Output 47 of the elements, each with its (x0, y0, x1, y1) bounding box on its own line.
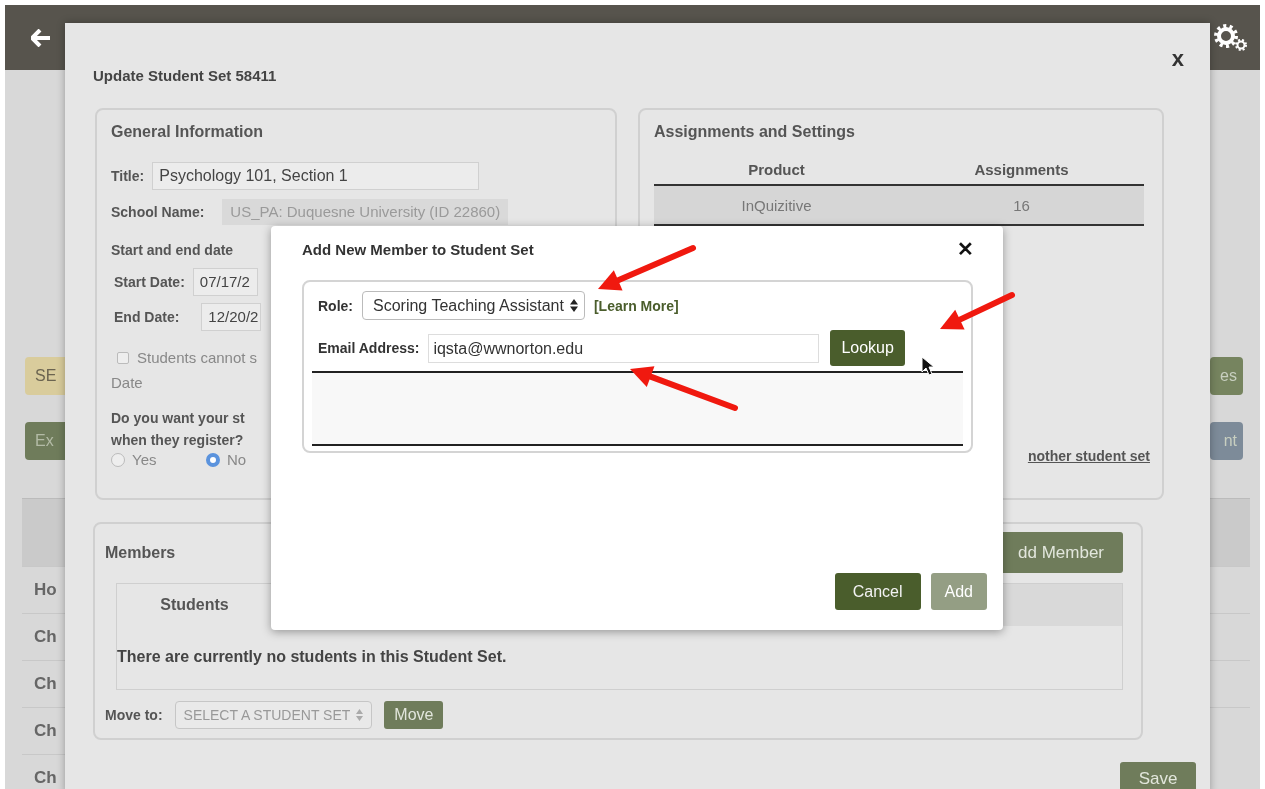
school-name-field: US_PA: Duquesne University (ID 22860) (222, 199, 509, 225)
checkbox-label: Date (111, 374, 144, 391)
radio-button[interactable] (206, 452, 220, 467)
table-cell: 16 (899, 185, 1144, 225)
field-label: Start and end date (111, 241, 234, 260)
table-header (1210, 498, 1250, 566)
title-field[interactable]: Psychology 101, Section 1 (152, 162, 480, 190)
learn-more-link[interactable]: [Learn More] (593, 297, 679, 314)
checkbox[interactable] (117, 351, 129, 364)
field-label: End Date: (114, 309, 180, 325)
close-button[interactable]: ✕ (957, 237, 974, 261)
question-text: Do you want your st when they register? (111, 409, 246, 450)
section-heading: General Information (111, 122, 265, 142)
settings-icon[interactable] (1214, 23, 1248, 52)
field-label: Email Address: (318, 340, 420, 356)
end-date-field[interactable]: 12/20/2 (201, 303, 262, 331)
add-member-button[interactable]: dd Member (1000, 532, 1123, 573)
back-arrow-icon[interactable] (31, 28, 51, 47)
copy-link[interactable]: nother student set (1027, 448, 1150, 464)
empty-message: There are currently no students in this Student Set. (117, 647, 508, 666)
field-label: Role: (318, 297, 353, 314)
tab[interactable]: Students (117, 584, 273, 626)
sort-arrows-icon (356, 709, 364, 721)
sort-arrows-icon (569, 299, 578, 312)
field-label: Title: (111, 168, 145, 184)
section-heading: Assignments and Settings (654, 122, 856, 142)
field-label: Move to: (105, 707, 163, 723)
table-header (22, 498, 67, 566)
start-date-field[interactable]: 07/17/2 (192, 268, 258, 296)
checkbox-label: Students cannot s (137, 349, 258, 366)
cursor-icon (921, 356, 935, 376)
role-select[interactable]: Scoring Teaching Assistant (362, 291, 585, 320)
cancel-button[interactable]: Cancel (834, 573, 921, 610)
email-field[interactable]: iqsta@wwnorton.edu (428, 333, 820, 363)
table-cell: InQuizitive (654, 185, 899, 225)
move-button[interactable]: Move (384, 701, 444, 729)
lookup-button[interactable]: Lookup (830, 330, 905, 366)
save-button[interactable]: Save (1120, 762, 1196, 789)
dialog-title: Add New Member to Student Set (302, 240, 534, 258)
radio-button[interactable] (111, 452, 125, 467)
field-label: School Name: (111, 204, 205, 220)
section-heading: Members (105, 542, 176, 563)
close-button[interactable]: x (1171, 47, 1184, 71)
radio-label: No (227, 451, 247, 468)
radio-label: Yes (132, 451, 157, 468)
dialog-title: Update Student Set 58411 (93, 67, 277, 84)
field-label: Start Date: (114, 274, 185, 290)
